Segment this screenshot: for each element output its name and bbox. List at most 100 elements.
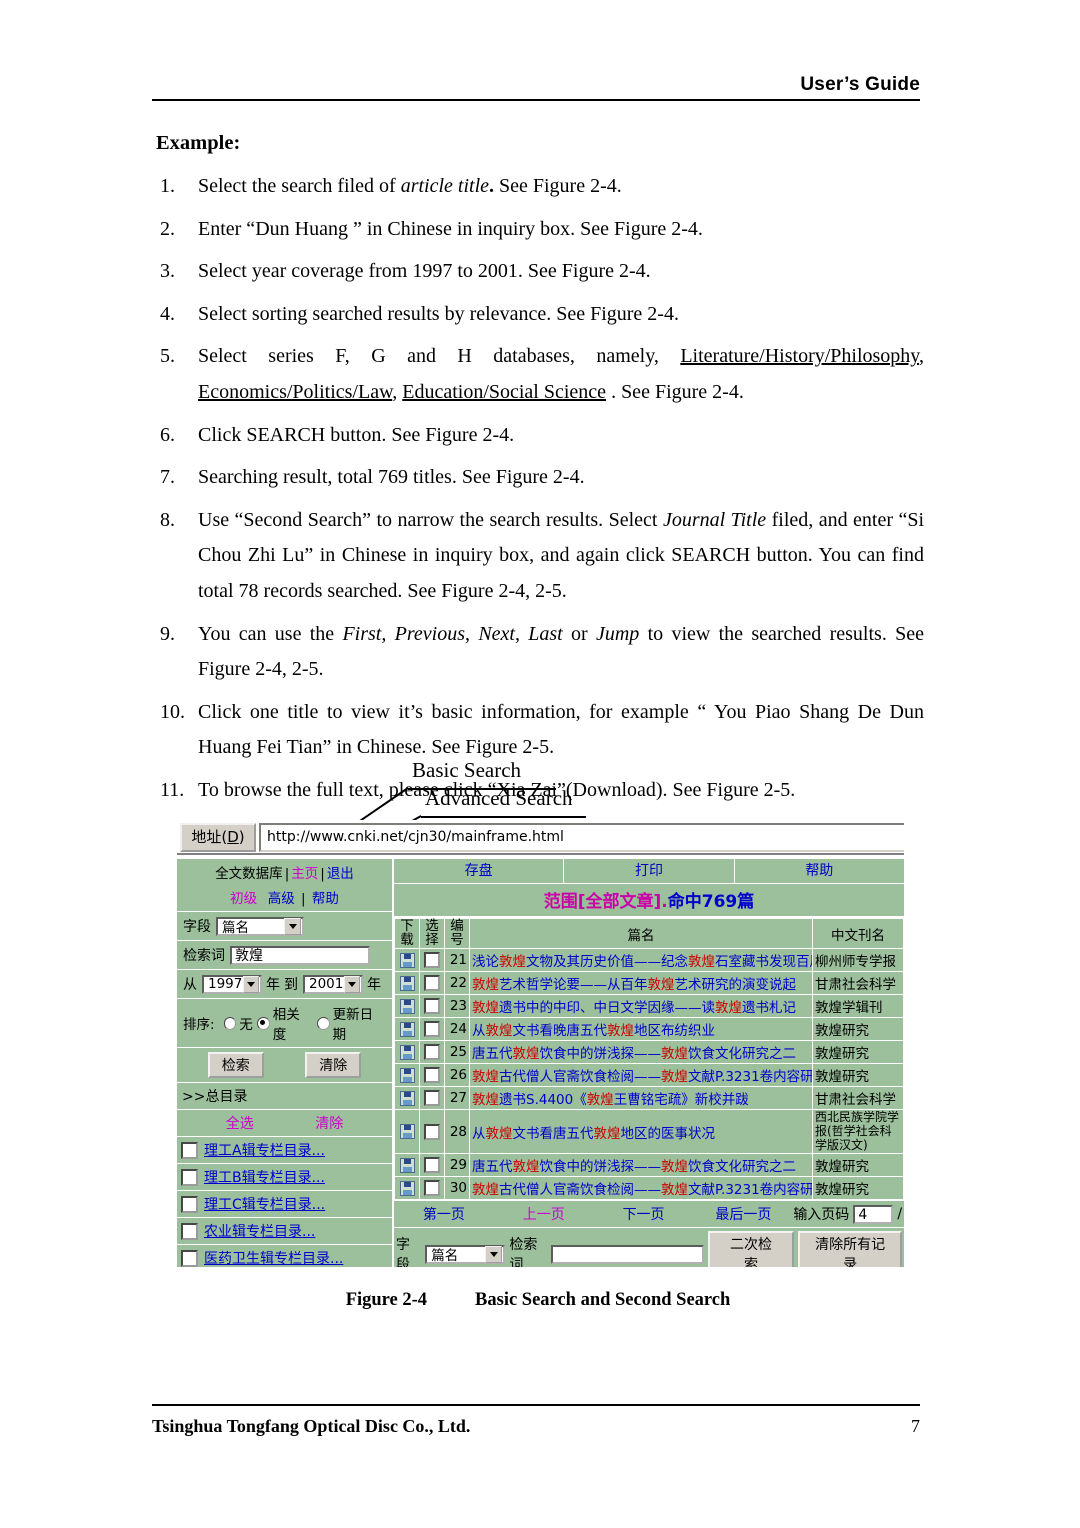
select-cell[interactable] bbox=[419, 971, 445, 995]
category-label[interactable]: 理工A辑专栏目录... bbox=[204, 1140, 325, 1160]
floppy-disk-icon[interactable] bbox=[399, 1157, 415, 1173]
table-row[interactable]: 29 唐五代敦煌饮食中的饼浅探——敦煌饮食文化研究之二 敦煌研究 bbox=[394, 1153, 904, 1178]
nav-link-help[interactable]: 帮助 bbox=[311, 891, 340, 907]
floppy-disk-icon[interactable] bbox=[399, 1180, 415, 1196]
clear-all-records-button[interactable]: 清除所有记录 bbox=[798, 1231, 902, 1267]
category-row[interactable]: 理工B辑专栏目录... bbox=[177, 1164, 392, 1191]
select-cell[interactable] bbox=[419, 948, 445, 972]
row-checkbox[interactable] bbox=[424, 1123, 440, 1140]
table-row[interactable]: 26敦煌古代僧人官斋饮食检阅——敦煌文献P.3231卷内容研究敦煌研究 bbox=[394, 1063, 904, 1087]
pager-next[interactable]: 下一页 bbox=[623, 1207, 665, 1223]
category-label[interactable]: 医药卫生辑专栏目录... bbox=[204, 1248, 343, 1267]
second-search-button[interactable]: 二次检索 bbox=[707, 1231, 795, 1267]
select-cell[interactable] bbox=[419, 1086, 445, 1110]
row-title[interactable]: 敦煌古代僧人官斋饮食检阅——敦煌文献P.3231卷内容研究 bbox=[469, 1063, 813, 1087]
row-checkbox[interactable] bbox=[424, 1067, 440, 1083]
select-cell[interactable] bbox=[419, 994, 445, 1018]
row-title[interactable]: 从敦煌文书看唐五代敦煌地区的医事状况 bbox=[469, 1108, 813, 1155]
select-cell[interactable] bbox=[419, 1176, 445, 1201]
row-checkbox[interactable] bbox=[424, 975, 440, 991]
row-title[interactable]: 敦煌古代僧人官斋饮食检阅——敦煌文献P.3231卷内容研究 bbox=[469, 1176, 813, 1201]
select-cell[interactable] bbox=[419, 1040, 445, 1064]
table-row[interactable]: 25 唐五代敦煌饮食中的饼浅探——敦煌饮食文化研究之二 敦煌研究 bbox=[394, 1040, 904, 1064]
row-checkbox[interactable] bbox=[424, 998, 440, 1014]
row-title[interactable]: 敦煌艺术哲学论要——从百年敦煌艺术研究的演变说起 bbox=[469, 971, 813, 995]
field-select[interactable]: 篇名 bbox=[216, 916, 304, 936]
floppy-disk-icon[interactable] bbox=[399, 1044, 415, 1060]
download-cell[interactable] bbox=[394, 971, 420, 995]
floppy-disk-icon[interactable] bbox=[399, 1067, 415, 1083]
row-checkbox[interactable] bbox=[424, 1157, 440, 1174]
download-cell[interactable] bbox=[394, 1017, 420, 1041]
row-checkbox[interactable] bbox=[424, 1180, 440, 1197]
category-row[interactable]: 理工C辑专栏目录... bbox=[177, 1191, 392, 1218]
pager-last[interactable]: 最后一页 bbox=[715, 1207, 771, 1223]
year-from-select[interactable]: 1997 bbox=[202, 974, 262, 994]
download-cell[interactable] bbox=[394, 948, 420, 972]
year-to-select[interactable]: 2001 bbox=[303, 974, 363, 994]
row-title[interactable]: 唐五代敦煌饮食中的饼浅探——敦煌饮食文化研究之二 bbox=[469, 1153, 813, 1178]
category-checkbox[interactable] bbox=[181, 1222, 198, 1240]
floppy-disk-icon[interactable] bbox=[399, 1090, 415, 1106]
select-cell[interactable] bbox=[419, 1017, 445, 1041]
nav-link-home[interactable]: 主页 bbox=[290, 866, 319, 882]
catalog-label[interactable]: >>总目录 bbox=[179, 1084, 390, 1108]
category-label[interactable]: 理工B辑专栏目录... bbox=[204, 1167, 325, 1187]
table-row[interactable]: 23 敦煌遗书中的中印、中日文学因缘——读敦煌遗书札记 敦煌学辑刊 bbox=[394, 994, 904, 1018]
category-label[interactable]: 农业辑专栏目录... bbox=[204, 1221, 315, 1241]
sort-radio-none[interactable] bbox=[223, 1016, 237, 1030]
select-cell[interactable] bbox=[419, 1063, 445, 1087]
table-row[interactable]: 21浅论敦煌文物及其历史价值——纪念敦煌石室藏书发现百周年柳州师专学报 bbox=[394, 948, 904, 972]
row-title[interactable]: 浅论敦煌文物及其历史价值——纪念敦煌石室藏书发现百周年 bbox=[469, 948, 813, 972]
toolbar-save[interactable]: 存盘 bbox=[394, 859, 565, 883]
keyword-input[interactable]: 敦煌 bbox=[230, 945, 370, 965]
select-cell[interactable] bbox=[419, 1153, 445, 1178]
row-checkbox[interactable] bbox=[424, 952, 440, 968]
sort-radio-relevance[interactable] bbox=[256, 1016, 270, 1030]
clear-all-link[interactable]: 清除 bbox=[315, 1113, 343, 1133]
row-checkbox[interactable] bbox=[424, 1021, 440, 1037]
floppy-disk-icon[interactable] bbox=[399, 1021, 415, 1037]
category-row[interactable]: 农业辑专栏目录... bbox=[177, 1218, 392, 1245]
floppy-disk-icon[interactable] bbox=[399, 998, 415, 1014]
download-cell[interactable] bbox=[394, 1040, 420, 1064]
row-title[interactable]: 从敦煌文书看晚唐五代敦煌地区布纺织业 bbox=[469, 1017, 813, 1041]
floppy-disk-icon[interactable] bbox=[399, 1124, 415, 1140]
category-checkbox[interactable] bbox=[181, 1249, 198, 1267]
nav-link-basic-search[interactable]: 初级 bbox=[229, 891, 258, 907]
category-checkbox[interactable] bbox=[181, 1195, 198, 1213]
row-checkbox[interactable] bbox=[424, 1090, 440, 1106]
second-search-keyword-input[interactable] bbox=[551, 1244, 704, 1264]
second-search-field-select[interactable]: 篇名 bbox=[425, 1244, 506, 1264]
row-checkbox[interactable] bbox=[424, 1044, 440, 1060]
row-title[interactable]: 唐五代敦煌饮食中的饼浅探——敦煌饮食文化研究之二 bbox=[469, 1040, 813, 1064]
row-title[interactable]: 敦煌遗书S.4400《敦煌王曹铭宅疏》新校并跋 bbox=[469, 1086, 813, 1110]
category-checkbox[interactable] bbox=[181, 1141, 198, 1159]
table-row[interactable]: 27 敦煌遗书S.4400《敦煌王曹铭宅疏》新校并跋 甘肃社会科学 bbox=[394, 1086, 904, 1110]
floppy-disk-icon[interactable] bbox=[399, 975, 415, 991]
row-title[interactable]: 敦煌遗书中的中印、中日文学因缘——读敦煌遗书札记 bbox=[469, 994, 813, 1018]
toolbar-print[interactable]: 打印 bbox=[564, 859, 735, 883]
select-all-link[interactable]: 全选 bbox=[226, 1113, 254, 1133]
sort-radio-update-date[interactable] bbox=[316, 1016, 330, 1030]
pager-first[interactable]: 第一页 bbox=[423, 1207, 465, 1223]
download-cell[interactable] bbox=[394, 1063, 420, 1087]
category-row[interactable]: 医药卫生辑专栏目录... bbox=[177, 1245, 392, 1267]
table-row[interactable]: 28 从敦煌文书看唐五代敦煌地区的医事状况 西北民族学院学报(哲学社会科学版汉文) bbox=[394, 1108, 904, 1155]
nav-link-fulltext-db[interactable]: 全文数据库 bbox=[214, 866, 284, 882]
nav-link-advanced-search[interactable]: 高级 bbox=[267, 891, 296, 907]
download-cell[interactable] bbox=[394, 1108, 420, 1155]
download-cell[interactable] bbox=[394, 1086, 420, 1110]
category-checkbox[interactable] bbox=[181, 1168, 198, 1186]
nav-link-logout[interactable]: 退出 bbox=[326, 866, 355, 882]
clear-button[interactable]: 清除 bbox=[305, 1052, 362, 1078]
select-cell[interactable] bbox=[419, 1108, 445, 1155]
toolbar-help[interactable]: 帮助 bbox=[735, 859, 904, 883]
download-cell[interactable] bbox=[394, 1153, 420, 1178]
download-cell[interactable] bbox=[394, 994, 420, 1018]
address-input[interactable]: http://www.cnki.net/cjn30/mainframe.html bbox=[259, 823, 904, 852]
download-cell[interactable] bbox=[394, 1176, 420, 1201]
category-label[interactable]: 理工C辑专栏目录... bbox=[204, 1194, 325, 1214]
floppy-disk-icon[interactable] bbox=[399, 952, 415, 968]
pager-jump-input[interactable]: 4 bbox=[853, 1204, 894, 1224]
